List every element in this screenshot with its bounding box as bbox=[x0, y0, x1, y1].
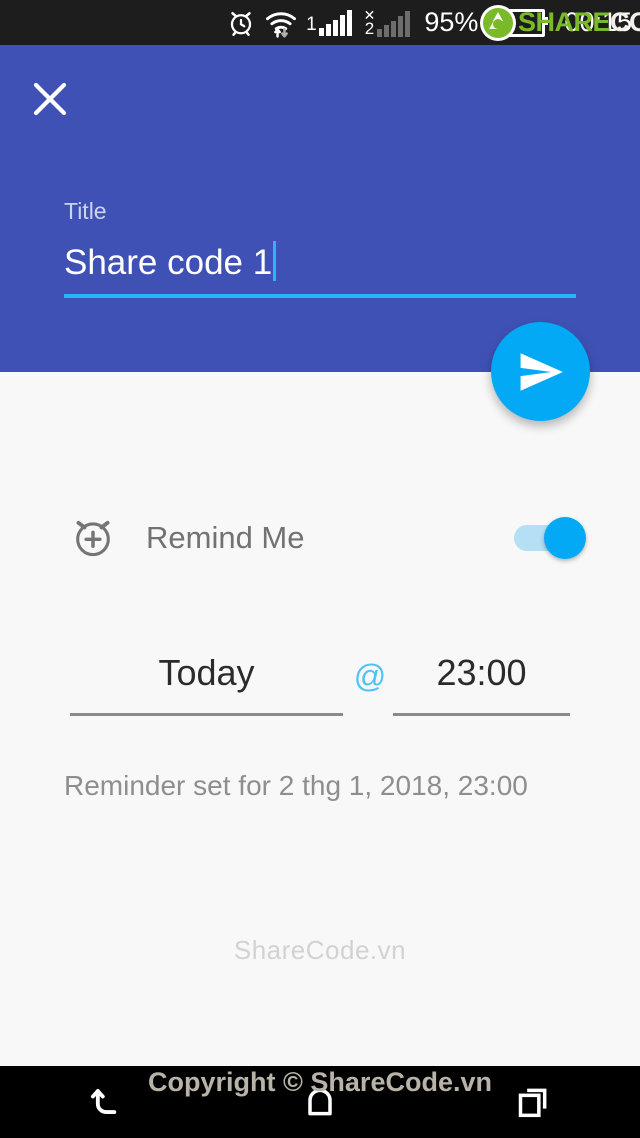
reminder-date-picker[interactable]: Today bbox=[70, 650, 343, 716]
app-screen: 1 ✕ 2 95% 00:15 SHARECO Title Share code… bbox=[0, 0, 640, 1138]
at-separator: @ bbox=[353, 658, 387, 694]
title-input-underline bbox=[64, 294, 576, 298]
reminder-time-picker[interactable]: 23:00 bbox=[393, 650, 570, 716]
sim2-label: 2 bbox=[364, 18, 375, 38]
android-nav-bar bbox=[0, 1066, 640, 1138]
nav-home-button[interactable] bbox=[272, 1066, 368, 1138]
sim1-label: 1 bbox=[306, 13, 317, 35]
status-bar: 1 ✕ 2 95% 00:15 bbox=[0, 0, 640, 45]
alarm-icon bbox=[226, 8, 256, 38]
title-input-value: Share code 1 bbox=[64, 243, 273, 282]
nav-recents-button[interactable] bbox=[485, 1066, 581, 1138]
reminder-time-value: 23:00 bbox=[436, 652, 527, 693]
back-arrow-icon bbox=[90, 1089, 116, 1115]
home-icon bbox=[308, 1088, 332, 1116]
remind-me-toggle[interactable] bbox=[514, 517, 586, 559]
reminder-panel: Remind Me ShareCode.vn Today @ 23:00 Rem… bbox=[0, 372, 640, 1066]
signal-sim2-icon: ✕ 2 bbox=[364, 8, 414, 38]
title-label: Title bbox=[64, 198, 107, 224]
remind-me-row[interactable]: Remind Me bbox=[0, 505, 640, 569]
reminder-date-value: Today bbox=[158, 652, 255, 693]
status-bar-clock: 00:15 bbox=[564, 7, 632, 37]
send-icon bbox=[520, 352, 563, 391]
nav-back-button[interactable] bbox=[59, 1066, 155, 1138]
status-bar-icons: 1 ✕ 2 95% 00:15 bbox=[226, 8, 634, 38]
reminder-status-text: Reminder set for 2 thg 1, 2018, 23:00 bbox=[64, 770, 528, 801]
recents-icon bbox=[519, 1088, 547, 1118]
signal-sim1-icon: 1 bbox=[306, 9, 355, 36]
reminder-datetime-row: Today @ 23:00 bbox=[0, 650, 640, 716]
title-input[interactable]: Share code 1 bbox=[64, 240, 576, 298]
wifi-icon bbox=[265, 8, 297, 38]
close-icon[interactable] bbox=[22, 71, 78, 127]
title-field-group: Title Share code 1 bbox=[64, 198, 576, 298]
alarm-add-icon bbox=[70, 514, 116, 560]
battery-percent: 95% bbox=[424, 7, 479, 37]
body-watermark: ShareCode.vn bbox=[233, 935, 407, 965]
battery-icon bbox=[493, 8, 549, 37]
send-button[interactable] bbox=[491, 322, 590, 421]
text-caret bbox=[273, 241, 277, 281]
remind-me-label: Remind Me bbox=[146, 519, 305, 555]
toggle-thumb bbox=[544, 517, 586, 559]
